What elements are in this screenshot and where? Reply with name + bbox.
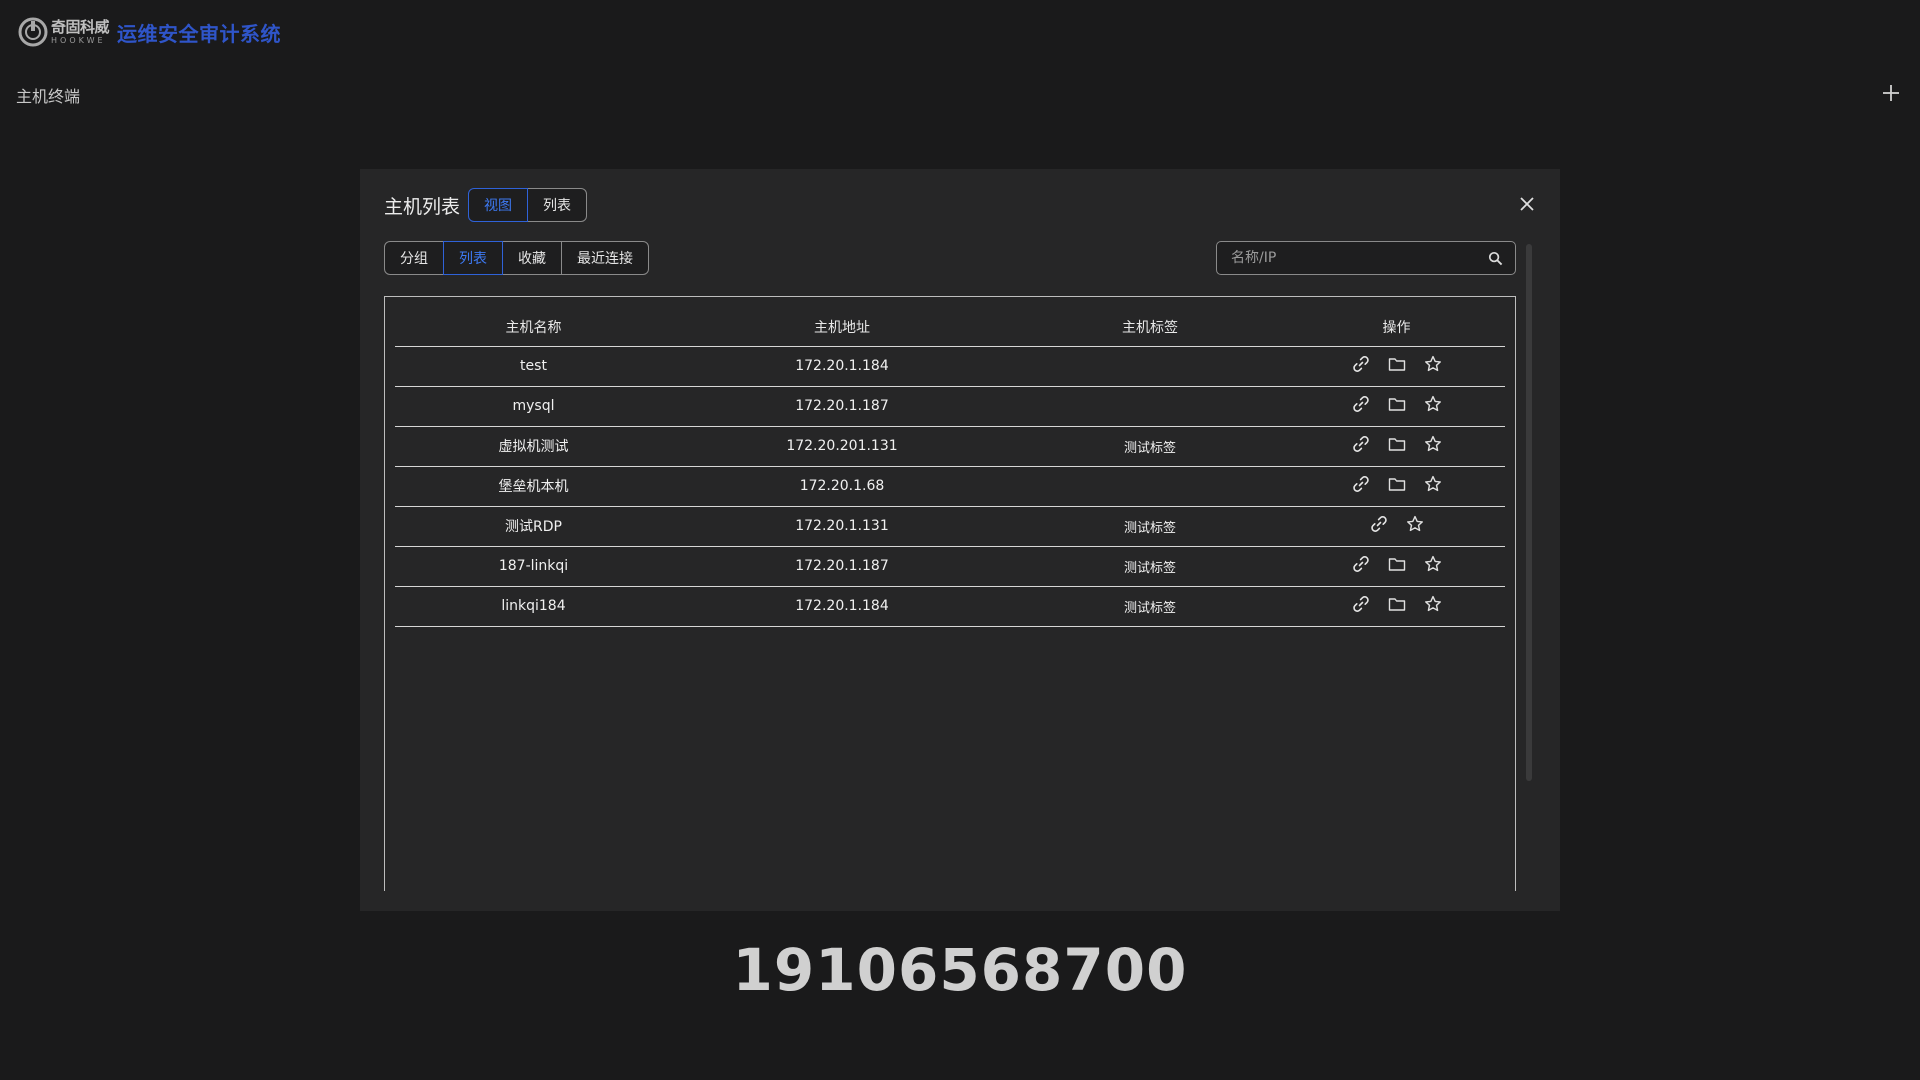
cell-host-name: mysql [395,386,672,427]
row-actions [1351,474,1443,494]
table-row[interactable]: 虚拟机测试 172.20.201.131 测试标签 [395,426,1505,467]
host-table-body: test 172.20.1.184 mysql 172.20.1.187 虚拟机测试 17… [395,346,1505,627]
cell-host-name: 堡垒机本机 [395,466,672,507]
cell-host-tag: 测试标签 [1012,506,1288,547]
logo-wordmark: 奇固科威 HOOKWE [51,17,110,45]
cell-host-tag [1012,386,1288,427]
column-header-host-tag: 主机标签 [1012,308,1288,347]
cell-host-tag [1012,346,1288,387]
top-bar: 奇固科威 HOOKWE 运维安全审计系统 [0,0,1920,70]
folder-icon[interactable] [1387,354,1407,374]
star-icon[interactable] [1423,594,1443,614]
host-table-container: 主机名称 主机地址 主机标签 操作 test 172.20.1.184 mysql 1… [384,296,1516,891]
cell-actions [1288,386,1505,427]
cell-actions [1288,466,1505,507]
link-icon[interactable] [1351,554,1371,574]
cell-actions [1288,346,1505,387]
brand-logo: 奇固科威 HOOKWE 运维安全审计系统 [18,17,281,47]
search-icon[interactable] [1488,251,1503,266]
folder-icon[interactable] [1387,594,1407,614]
cell-host-name: linkqi184 [395,586,672,627]
search-box [1216,241,1516,275]
app-title: 运维安全审计系统 [117,21,282,46]
host-table: 主机名称 主机地址 主机标签 操作 test 172.20.1.184 mysql 1… [395,308,1505,627]
cell-host-address: 172.20.1.184 [672,346,1012,387]
star-icon[interactable] [1423,474,1443,494]
cell-host-tag [1012,466,1288,507]
cell-host-name: 虚拟机测试 [395,426,672,467]
table-row[interactable]: linkqi184 172.20.1.184 测试标签 [395,586,1505,627]
link-icon[interactable] [1351,474,1371,494]
folder-icon[interactable] [1387,394,1407,414]
folder-icon[interactable] [1387,554,1407,574]
logo-en-text: HOOKWE [51,35,106,45]
cell-host-address: 172.20.1.68 [672,466,1012,507]
cell-host-tag: 测试标签 [1012,546,1288,587]
cell-actions [1288,586,1505,627]
link-icon[interactable] [1351,434,1371,454]
cell-actions [1288,546,1505,587]
cell-host-name: 测试RDP [395,506,672,547]
column-header-actions: 操作 [1288,308,1505,347]
tab-favorites[interactable]: 收藏 [502,241,562,275]
logo-cn-text: 奇固科威 [51,17,110,36]
star-icon[interactable] [1423,354,1443,374]
cell-host-address: 172.20.1.184 [672,586,1012,627]
row-actions [1351,554,1443,574]
cell-host-address: 172.20.1.131 [672,506,1012,547]
search-input[interactable] [1229,249,1488,267]
cell-host-address: 172.20.201.131 [672,426,1012,467]
link-icon[interactable] [1369,514,1389,534]
table-header-row: 主机名称 主机地址 主机标签 操作 [395,308,1505,347]
cell-actions [1288,506,1505,547]
star-icon[interactable] [1423,434,1443,454]
table-row[interactable]: 堡垒机本机 172.20.1.68 [395,466,1505,507]
row-actions [1351,434,1443,454]
table-row[interactable]: test 172.20.1.184 [395,346,1505,387]
modal-scrollbar[interactable] [1526,244,1532,781]
folder-icon[interactable] [1387,474,1407,494]
cell-host-address: 172.20.1.187 [672,386,1012,427]
link-icon[interactable] [1351,354,1371,374]
close-icon[interactable] [1518,195,1536,213]
link-icon[interactable] [1351,594,1371,614]
column-header-host-name: 主机名称 [395,308,672,347]
table-row[interactable]: mysql 172.20.1.187 [395,386,1505,427]
view-mode-toggle: 视图 列表 [468,188,587,222]
cell-host-tag: 测试标签 [1012,426,1288,467]
row-actions [1351,354,1443,374]
cell-actions [1288,426,1505,467]
tab-group[interactable]: 分组 [384,241,444,275]
host-list-modal: 主机列表 视图 列表 分组 列表 收藏 最近连接 主机名称 主机地址 主机标签 [360,169,1560,911]
watermark-number: 19106568700 [732,936,1188,1004]
logo-emblem-icon [18,17,48,47]
cell-host-name: test [395,346,672,387]
star-icon[interactable] [1405,514,1425,534]
row-actions [1369,514,1425,534]
tab-recent[interactable]: 最近连接 [561,241,649,275]
cell-host-address: 172.20.1.187 [672,546,1012,587]
tab-list[interactable]: 列表 [443,241,503,275]
star-icon[interactable] [1423,554,1443,574]
filter-tabs: 分组 列表 收藏 最近连接 [384,241,649,275]
table-row[interactable]: 测试RDP 172.20.1.131 测试标签 [395,506,1505,547]
column-header-host-address: 主机地址 [672,308,1012,347]
row-actions [1351,594,1443,614]
star-icon[interactable] [1423,394,1443,414]
section-title: 主机终端 [16,87,81,106]
row-actions [1351,394,1443,414]
link-icon[interactable] [1351,394,1371,414]
cell-host-tag: 测试标签 [1012,586,1288,627]
table-row[interactable]: 187-linkqi 172.20.1.187 测试标签 [395,546,1505,587]
modal-title: 主机列表 [384,196,461,218]
tab-view[interactable]: 视图 [468,188,528,222]
plus-icon[interactable] [1880,82,1902,104]
tab-list-view[interactable]: 列表 [527,188,587,222]
folder-icon[interactable] [1387,434,1407,454]
cell-host-name: 187-linkqi [395,546,672,587]
